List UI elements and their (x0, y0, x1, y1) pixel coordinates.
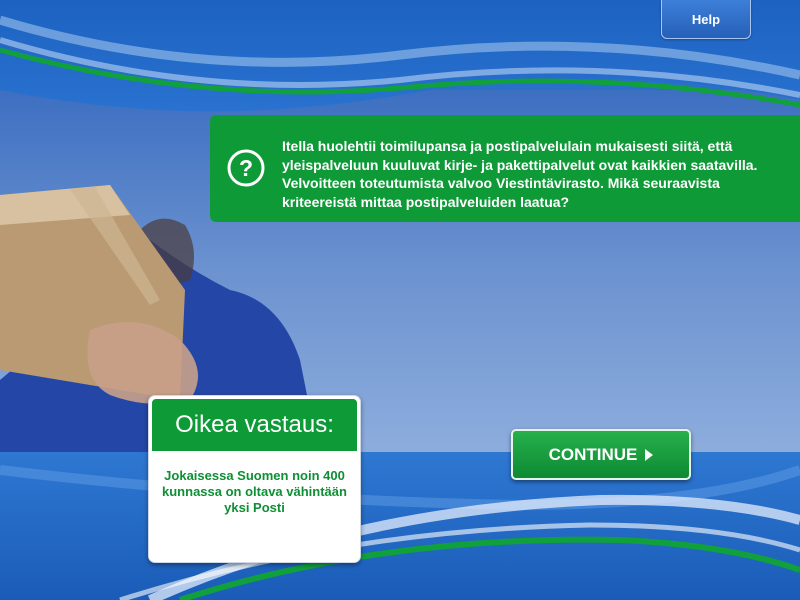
svg-text:?: ? (239, 155, 253, 181)
question-mark-icon: ? (227, 149, 265, 187)
question-panel: ? Itella huolehtii toimilupansa ja posti… (210, 115, 800, 222)
continue-button[interactable]: CONTINUE (511, 429, 691, 480)
answer-text: Jokaisessa Suomen noin 400 kunnassa on o… (162, 468, 347, 515)
continue-label: CONTINUE (548, 444, 638, 464)
play-arrow-icon (645, 449, 654, 461)
correct-answer-card: Oikea vastaus: Jokaisessa Suomen noin 40… (148, 395, 361, 563)
help-button[interactable]: Help (661, 0, 751, 39)
question-text: Itella huolehtii toimilupansa ja postipa… (282, 138, 758, 210)
answer-title: Oikea vastaus: (149, 396, 360, 454)
background-scene (0, 0, 800, 600)
